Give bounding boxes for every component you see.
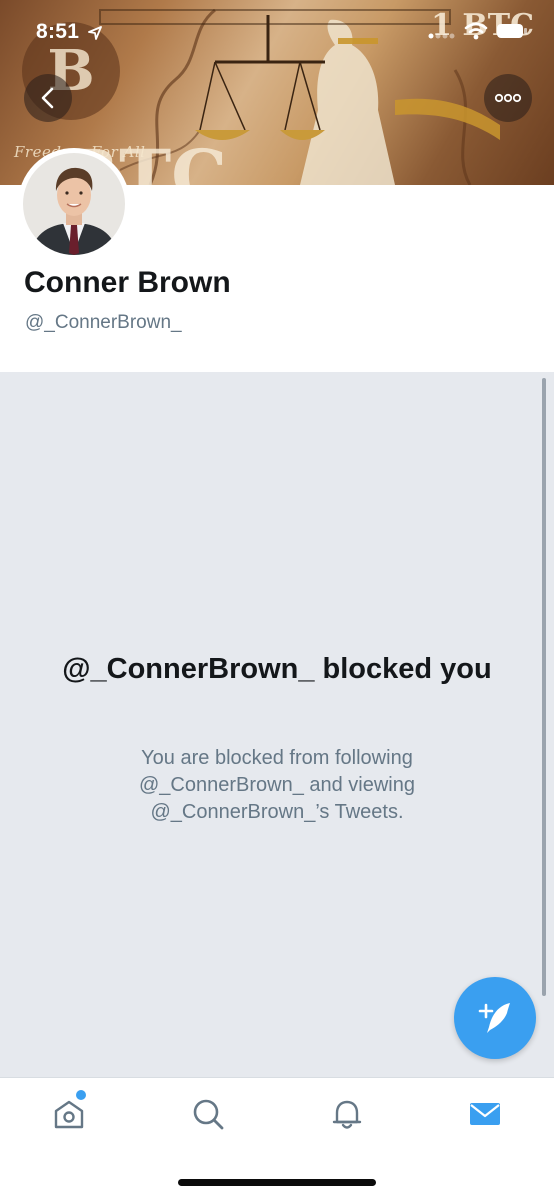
- battery-icon: [497, 24, 527, 38]
- blocked-content-area: [0, 372, 554, 1077]
- location-arrow-icon: [88, 26, 102, 40]
- search-icon: [193, 1099, 224, 1130]
- tab-home[interactable]: [44, 1092, 94, 1136]
- tab-search[interactable]: [183, 1092, 233, 1136]
- tab-messages[interactable]: [460, 1092, 510, 1136]
- profile-avatar[interactable]: [18, 148, 130, 260]
- status-time: 8:51: [36, 20, 80, 43]
- home-unread-dot: [76, 1090, 86, 1100]
- mail-icon: [470, 1103, 500, 1125]
- tab-notifications[interactable]: [322, 1092, 372, 1136]
- blocked-message: You are blocked from following @_ConnerB…: [138, 747, 415, 823]
- avatar-photo: [23, 153, 125, 255]
- back-button[interactable]: [24, 74, 72, 122]
- home-icon: [54, 1100, 84, 1129]
- blocked-title: @_ConnerBrown_ blocked you: [62, 653, 492, 685]
- home-indicator[interactable]: [178, 1179, 376, 1186]
- more-dots-icon: [494, 93, 522, 103]
- chevron-left-icon: [41, 87, 54, 109]
- scrollbar[interactable]: [542, 378, 546, 996]
- signal-icon: [428, 33, 455, 39]
- status-icons: [428, 22, 528, 40]
- bell-icon: [332, 1100, 362, 1129]
- compose-tweet-button[interactable]: [454, 977, 536, 1059]
- wifi-icon: [464, 22, 488, 40]
- compose-tweet-icon: [478, 1003, 510, 1033]
- profile-handle: @_ConnerBrown_: [25, 312, 182, 333]
- profile-name: Conner Brown: [24, 266, 231, 299]
- more-options-button[interactable]: [484, 74, 532, 122]
